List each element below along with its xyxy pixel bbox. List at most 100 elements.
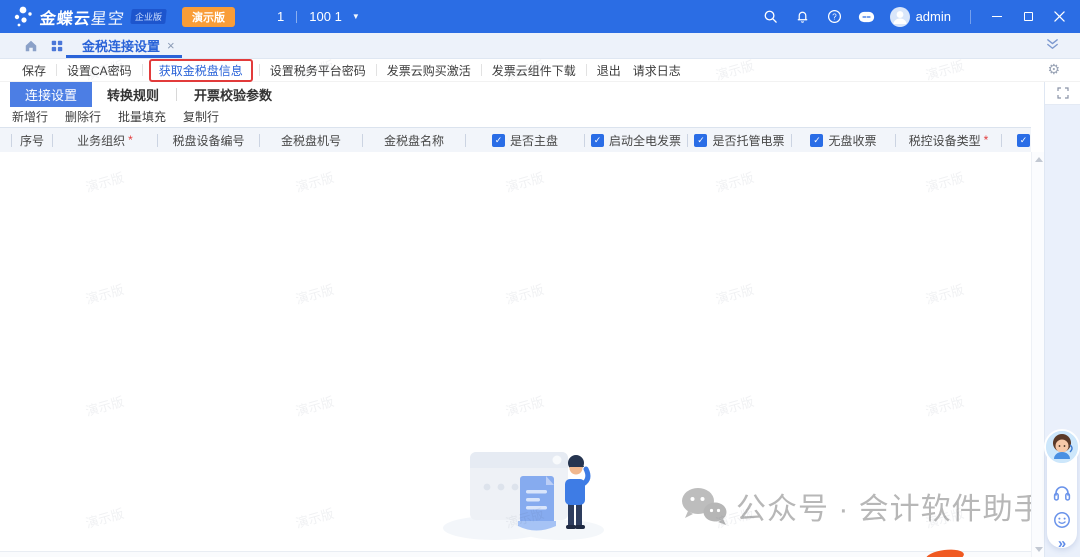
brand-title: 金蝶云星空 (39, 5, 127, 29)
chevron-double-right-icon[interactable]: » (1051, 532, 1073, 554)
toolbar-separator (142, 64, 143, 76)
org-value-right: 100 1 (309, 9, 342, 24)
org-separator (296, 11, 297, 23)
column-label: 序号 (20, 132, 44, 149)
home-icon[interactable] (24, 39, 38, 53)
toolbar-button-8[interactable]: 请求日志 (627, 62, 687, 79)
toolbar-button-1[interactable]: 保存 (16, 62, 52, 79)
subtab-list: 连接设置转换规则开票校验参数 (10, 82, 287, 107)
scroll-down-icon[interactable] (1035, 547, 1043, 552)
kingdee-logo-icon (10, 4, 36, 30)
org-selector[interactable]: 1 100 1 ▼ (277, 9, 360, 24)
column-label: 税盘设备编号 (172, 132, 244, 149)
toolbar-button-3[interactable]: 获取金税盘信息 (149, 59, 253, 82)
vertical-scrollbar[interactable] (1031, 152, 1044, 557)
column-label: 是否主盘 (510, 132, 558, 149)
user-avatar (890, 7, 910, 27)
column-checkbox[interactable] (694, 134, 707, 147)
column-label: 启动全电发票 (609, 132, 681, 149)
column-header-4[interactable]: 金税盘机号 (260, 132, 362, 149)
caret-down-icon[interactable]: ▼ (352, 12, 360, 21)
notification-bell-icon[interactable] (794, 8, 811, 25)
row-actions: 新增行删除行批量填充复制行 (0, 106, 1080, 127)
row-action-3[interactable]: 批量填充 (118, 108, 166, 125)
minimize-button[interactable] (990, 10, 1004, 24)
fullscreen-expand-icon[interactable] (1057, 87, 1069, 99)
empty-state: 很抱歉，暂时没有相关数据~ (427, 448, 627, 557)
maximize-button[interactable] (1021, 10, 1035, 24)
column-header-9[interactable]: 无盘收票 (792, 132, 895, 149)
column-checkbox[interactable] (810, 134, 823, 147)
row-action-4[interactable]: 复制行 (183, 108, 219, 125)
toolbar-items: 保存设置CA密码获取金税盘信息设置税务平台密码发票云购买激活发票云组件下载退出请… (16, 59, 687, 82)
toolbar-separator (586, 64, 587, 76)
tab-label: 金税连接设置 (82, 36, 160, 55)
promo-watermark: 公众号 · 会计软件助手 (680, 484, 1045, 528)
column-header-8[interactable]: 是否托管电票 (688, 132, 791, 149)
top-bar: 金蝶云星空 企业版 演示版 1 100 1 ▼ ? (0, 0, 1080, 33)
column-label: 业务组织 (77, 132, 125, 149)
expand-box (1045, 82, 1080, 105)
help-icon[interactable]: ? (826, 8, 843, 25)
toolbar-separator (56, 64, 57, 76)
top-right-actions: ? admin (762, 7, 1080, 27)
column-checkbox[interactable] (1017, 134, 1030, 147)
collapse-chevrons-icon[interactable] (1045, 37, 1060, 57)
column-checkbox[interactable] (492, 134, 505, 147)
empty-illustration (440, 448, 615, 543)
toolbar-button-5[interactable]: 发票云购买激活 (381, 62, 477, 79)
column-header-6[interactable]: 是否主盘 (466, 132, 584, 149)
column-header-2[interactable]: 业务组织* (53, 132, 157, 149)
promo-text: 公众号 · 会计软件助手 (736, 484, 1045, 528)
scroll-up-icon[interactable] (1035, 157, 1043, 162)
toolbar-button-7[interactable]: 退出 (591, 62, 627, 79)
headset-icon[interactable] (1051, 482, 1073, 504)
user-menu[interactable]: admin (890, 7, 951, 27)
wechat-icon (680, 486, 728, 526)
column-header-1[interactable]: 序号 (12, 132, 52, 149)
document-tab-bar: 金税连接设置 × (0, 33, 1080, 59)
horizontal-scrollbar[interactable] (0, 551, 1031, 557)
username-label: admin (916, 9, 951, 24)
application-window: 金蝶云星空 企业版 演示版 1 100 1 ▼ ? (0, 0, 1080, 557)
subtab-3[interactable]: 开票校验参数 (179, 82, 287, 107)
gear-icon[interactable]: ⚙ (1047, 61, 1060, 78)
column-label: 金税盘机号 (281, 132, 341, 149)
grid-header: 序号业务组织*税盘设备编号金税盘机号金税盘名称是否主盘启动全电发票是否托管电票无… (0, 127, 1031, 153)
subtab-separator (176, 88, 177, 101)
subtab-2[interactable]: 转换规则 (92, 82, 174, 107)
column-header-11[interactable]: 发 (1002, 132, 1031, 149)
column-header-3[interactable]: 税盘设备编号 (158, 132, 259, 149)
required-asterisk: * (128, 133, 133, 147)
subtab-row: 连接设置转换规则开票校验参数 (0, 82, 1080, 106)
row-action-2[interactable]: 删除行 (65, 108, 101, 125)
window-controls-separator (970, 10, 971, 24)
menu-grid-icon[interactable] (50, 39, 64, 53)
required-asterisk: * (984, 133, 989, 147)
search-icon[interactable] (762, 8, 779, 25)
close-tab-icon[interactable]: × (167, 38, 175, 53)
brand-bold: 金蝶云 (39, 11, 92, 28)
toolbar-separator (481, 64, 482, 76)
column-label: 金税盘名称 (384, 132, 444, 149)
column-header-7[interactable]: 启动全电发票 (585, 132, 687, 149)
toolbar-button-6[interactable]: 发票云组件下载 (486, 62, 582, 79)
subtab-1[interactable]: 连接设置 (10, 82, 92, 107)
brand-light: 星空 (90, 11, 126, 28)
assistant-avatar[interactable] (1044, 429, 1080, 465)
column-checkbox[interactable] (591, 134, 604, 147)
column-label: 税控设备类型 (909, 132, 981, 149)
tab-tax-connection-settings[interactable]: 金税连接设置 × (82, 36, 175, 55)
row-action-1[interactable]: 新增行 (12, 108, 48, 125)
column-header-5[interactable]: 金税盘名称 (363, 132, 465, 149)
toolbar-button-2[interactable]: 设置CA密码 (61, 62, 138, 79)
smiley-icon[interactable] (1051, 509, 1073, 531)
toolbar-button-4[interactable]: 设置税务平台密码 (264, 62, 372, 79)
svg-text:?: ? (832, 12, 837, 21)
org-value-left: 1 (277, 9, 284, 24)
column-header-10[interactable]: 税控设备类型* (896, 132, 1001, 149)
close-button[interactable] (1052, 10, 1066, 24)
badge-pill-icon[interactable] (858, 8, 875, 25)
window-controls (990, 10, 1066, 24)
edition-badge: 企业版 (130, 9, 167, 24)
